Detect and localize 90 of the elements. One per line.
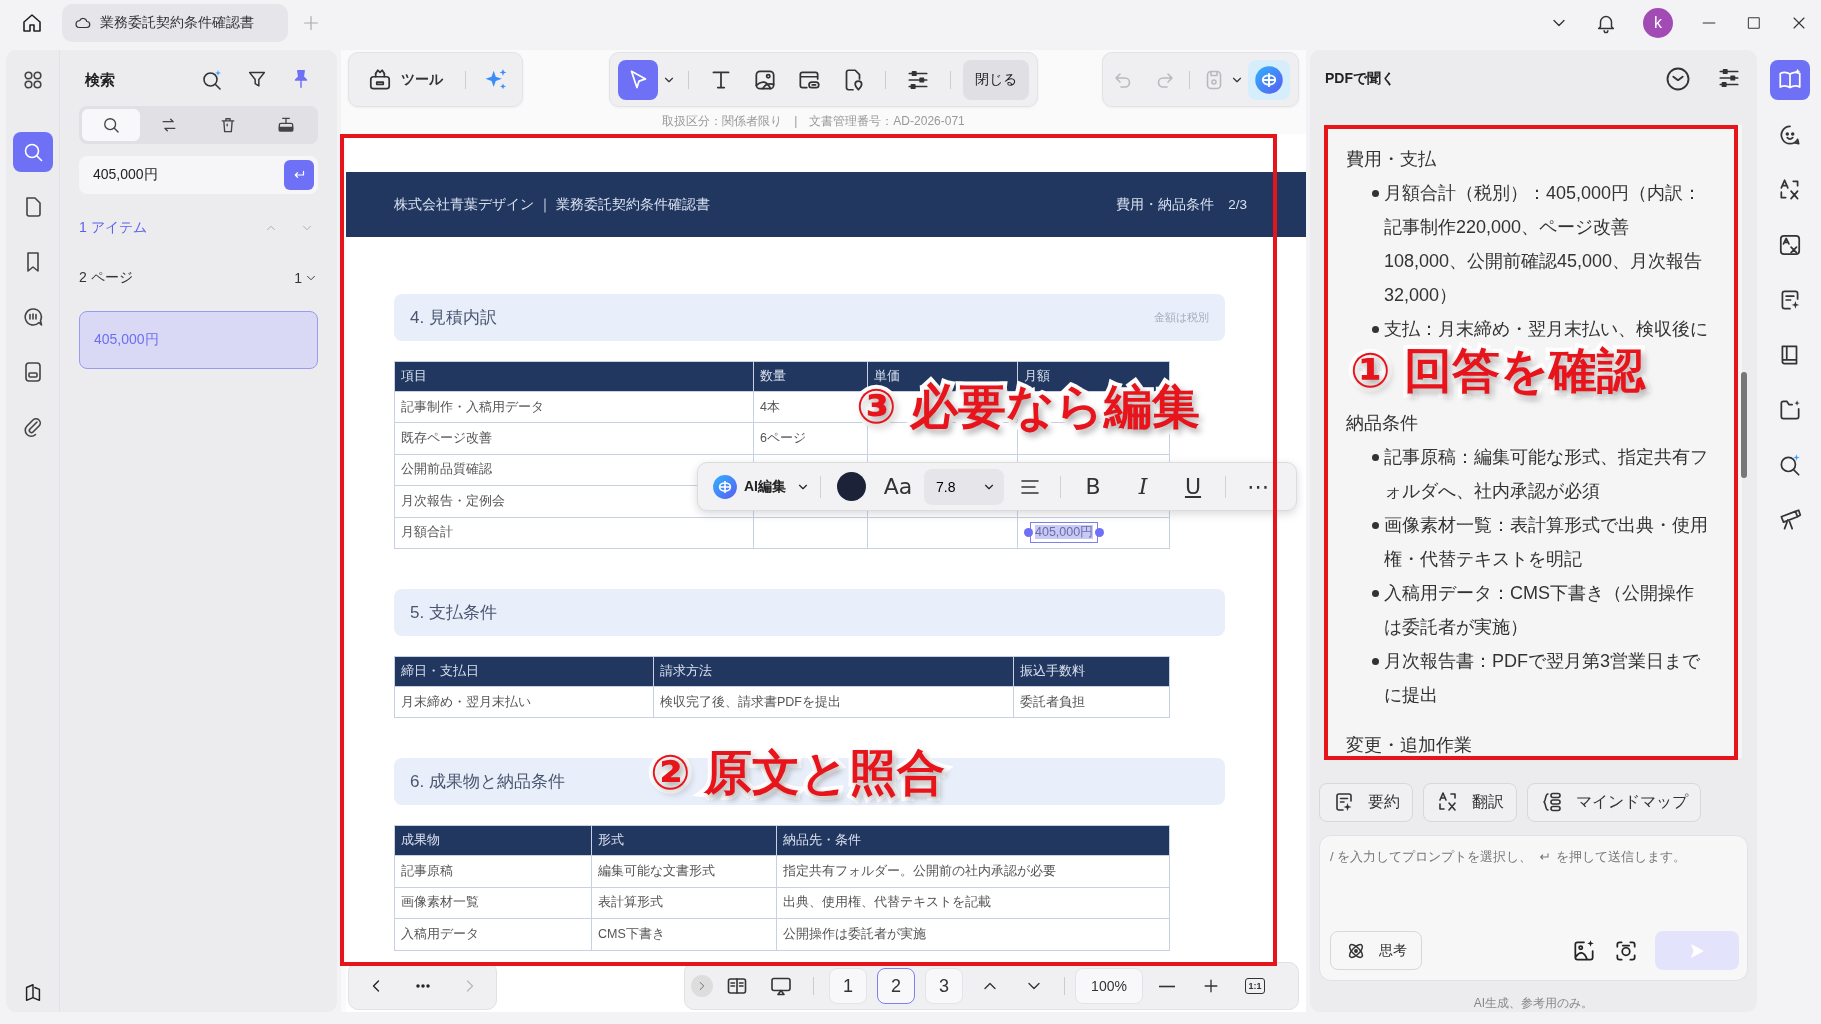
toolbox-icon: [367, 66, 393, 93]
answer-bullet: 画像素材一覧：表計算形式で出典・使用権・代替テキストを明記: [1372, 507, 1708, 576]
folder-sparkle-icon: [1777, 397, 1803, 423]
column-header: 請求方法: [653, 656, 1014, 687]
answer-bullet: 月次報告書：PDFで翌月第3営業日までに提出: [1372, 643, 1708, 712]
page-group-count: 1: [294, 270, 302, 286]
scrollbar[interactable]: [1741, 371, 1747, 478]
table-cell: 委託者負担: [1013, 686, 1170, 718]
search-field[interactable]: 405,000円: [79, 156, 318, 194]
answer-heading: 変更・追加作業: [1346, 733, 1473, 757]
page-button[interactable]: 2: [877, 968, 915, 1004]
pointer-tool[interactable]: [618, 59, 658, 100]
document-tab[interactable]: 業務委託契約条件確認書: [62, 4, 288, 42]
document-meta: 取扱区分：関係者限り | 文書管理番号：AD-2026-071: [661, 113, 966, 130]
think-button[interactable]: 思考: [1330, 931, 1422, 970]
table-cell: 月末締め・翌月末払い: [394, 686, 654, 718]
disclaimer: AI生成、参考用のみ。: [1472, 995, 1595, 1012]
tools-button[interactable]: ツール: [361, 59, 449, 100]
close-button[interactable]: 閉じる: [963, 59, 1029, 100]
section-note: 金額は税別: [1154, 310, 1209, 325]
actual-size-button[interactable]: 1:1: [1235, 968, 1275, 1004]
ai-assistant-button[interactable]: [1248, 59, 1290, 100]
table-cell: CMS下書き: [591, 918, 777, 950]
answer-bullet: 入稿用データ：CMS下書き（公開操作は委託者が実施）: [1372, 575, 1708, 644]
section-title: 6. 成果物と納品条件: [410, 771, 565, 794]
answer-bullet: 記事原稿：編集可能な形式、指定共有フォルダへ、社内承認が必須: [1372, 439, 1708, 508]
column-header: 項目: [394, 361, 754, 392]
translate-box-icon: [1777, 232, 1803, 258]
page-button[interactable]: 3: [925, 968, 963, 1004]
zoom-level[interactable]: 100%: [1075, 968, 1143, 1004]
table-cell: 出典、使用権、代替テキストを記載: [776, 887, 1170, 919]
table-cell: 公開操作は委託者が実施: [776, 918, 1170, 950]
user-avatar[interactable]: k: [1643, 8, 1673, 38]
column-header: 振込手数料: [1013, 656, 1170, 687]
callout-label: ① 回答を確認: [1350, 343, 1645, 399]
italic-button[interactable]: I: [1121, 468, 1165, 505]
maximize-icon[interactable]: [1745, 14, 1763, 32]
selection-handle[interactable]: [1095, 528, 1105, 538]
answer-heading: 納品条件: [1346, 411, 1419, 435]
table-cell: 記事原稿: [394, 855, 592, 888]
home-icon[interactable]: [20, 11, 44, 35]
table-cell: 編集可能な文書形式: [591, 855, 777, 888]
header-section: 費用・納品条件 2/3: [1116, 195, 1247, 214]
text-color-swatch[interactable]: [837, 472, 866, 501]
table-cell: 指定共有フォルダー。公開前の社内承認が必要: [776, 855, 1170, 888]
panel-title: PDFで聞く: [1325, 69, 1395, 88]
column-header: 形式: [591, 825, 777, 856]
answer-bullet: 月額合計（税別）：405,000円（内訳：記事制作220,000、ページ改善108,000、公開前確認45,000、月次報告32,000）: [1372, 175, 1708, 312]
table-cell: 月額合計: [394, 517, 754, 549]
action-chip[interactable]: 翻訳: [1423, 782, 1517, 822]
answer-heading: 費用・支払: [1346, 147, 1437, 171]
bold-button[interactable]: B: [1071, 468, 1115, 505]
search-button[interactable]: [12, 132, 53, 172]
table-cell: 記事制作・入稿用データ: [394, 391, 754, 423]
table-cell: 検収完了後、請求書PDFを提出: [653, 686, 1014, 718]
font-button[interactable]: Aa: [878, 468, 918, 505]
telescope-icon: [1777, 507, 1803, 533]
underline-button[interactable]: U: [1171, 468, 1215, 505]
answer-bullet: 支払：月末締め・翌月末払い、検収後に: [1372, 311, 1708, 346]
header-title: 株式会社青葉デザイン ｜ 業務委託契約条件確認書: [394, 195, 710, 214]
page-group-label: 2 ページ: [79, 269, 133, 287]
section-title: 5. 支払条件: [410, 601, 497, 624]
minus-icon: [1159, 984, 1175, 988]
ai-logo-icon: [712, 473, 738, 500]
ai-logo-icon: [1254, 64, 1284, 95]
action-chip[interactable]: マインドマップ: [1527, 782, 1701, 822]
font-size-field[interactable]: 7.8: [924, 468, 1004, 505]
search-icon: [101, 115, 122, 135]
column-header: 納品先・条件: [776, 825, 1170, 856]
section-title: 4. 見積内訳: [410, 307, 497, 329]
column-header: 成果物: [394, 825, 592, 856]
callout-label: ② 原文と照合: [650, 745, 945, 801]
more-button[interactable]: ⋯: [1236, 468, 1280, 505]
table-cell: 入稿用データ: [394, 918, 592, 950]
table-cell: 画像素材一覧: [394, 887, 592, 919]
result-count: 1 アイテム: [79, 219, 147, 237]
action-chip[interactable]: 要約: [1319, 782, 1413, 822]
prompt-hint: を押して送信します。: [1556, 847, 1687, 866]
table-cell: 既存ページ改善: [394, 422, 754, 455]
prompt-hint: / を入力してプロンプトを選択し、: [1330, 847, 1533, 866]
image-sparkle-icon[interactable]: [1571, 937, 1597, 964]
book-sparkle-button[interactable]: [1770, 60, 1810, 100]
prompt-field[interactable]: / を入力してプロンプトを選択し、 を押して送信します。 思考: [1319, 834, 1748, 981]
panel-title: 検索: [85, 70, 115, 90]
mode-tab[interactable]: [82, 109, 141, 141]
page-button[interactable]: 1: [829, 968, 867, 1004]
enter-button[interactable]: [284, 160, 314, 190]
column-header: 締日・支払日: [394, 656, 654, 687]
selection-handle[interactable]: [1024, 528, 1033, 538]
table-cell: 表計算形式: [591, 887, 777, 919]
